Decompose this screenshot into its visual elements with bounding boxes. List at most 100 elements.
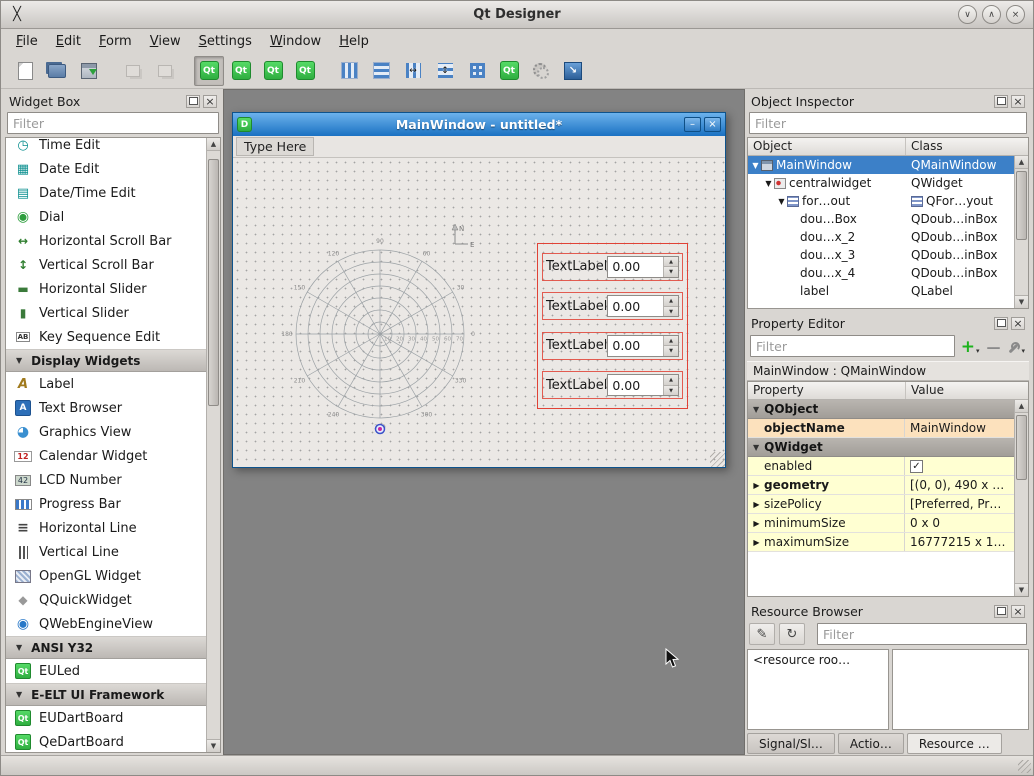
- widget-box-item-text-browser[interactable]: Text Browser: [6, 396, 206, 420]
- widget-box-item-horizontal-line[interactable]: Horizontal Line: [6, 516, 206, 540]
- spinbox-up-icon[interactable]: ▲: [664, 257, 678, 268]
- column-object[interactable]: Object: [748, 138, 906, 155]
- property-value-cell[interactable]: ✓: [905, 457, 1014, 475]
- widget-box-item-graphics-view[interactable]: Graphics View: [6, 420, 206, 444]
- form-canvas[interactable]: 0306090120150180210240270300330102030405…: [233, 158, 725, 467]
- property-row-sizepolicy[interactable]: ▶sizePolicy[Preferred, Pr…: [748, 495, 1014, 514]
- menu-item-edit[interactable]: Edit: [47, 31, 90, 52]
- property-editor-scrollbar[interactable]: ▲ ▼: [1014, 400, 1028, 596]
- double-spinbox[interactable]: 0.00▲▼: [607, 374, 679, 396]
- widget-box-item-dial[interactable]: Dial: [6, 205, 206, 229]
- layout-vertically-button[interactable]: [366, 56, 396, 86]
- spinbox-down-icon[interactable]: ▼: [664, 386, 678, 396]
- window-menu-icon[interactable]: ╳: [9, 7, 25, 23]
- double-spinbox[interactable]: 0.00▲▼: [607, 295, 679, 317]
- float-dock-icon[interactable]: [186, 95, 200, 108]
- scroll-down-icon[interactable]: ▼: [1015, 295, 1028, 308]
- tab-actio[interactable]: Actio…: [838, 733, 904, 754]
- property-group-qobject[interactable]: ▼QObject: [748, 400, 1014, 419]
- widget-box-item-qquickwidget[interactable]: QQuickWidget: [6, 588, 206, 612]
- widget-box-section-e-elt-ui-framework[interactable]: ▼E-ELT UI Framework: [6, 683, 206, 706]
- spinbox-down-icon[interactable]: ▼: [664, 307, 678, 317]
- widget-box-item-horizontal-slider[interactable]: Horizontal Slider: [6, 277, 206, 301]
- edit-buddies-button[interactable]: [258, 56, 288, 86]
- scroll-track[interactable]: [1015, 413, 1028, 583]
- resource-tree[interactable]: <resource roo…: [747, 649, 889, 730]
- text-label[interactable]: TextLabel: [546, 259, 607, 274]
- resize-grip-icon[interactable]: [710, 452, 725, 467]
- menu-item-settings[interactable]: Settings: [190, 31, 261, 52]
- widget-box-item-calendar-widget[interactable]: Calendar Widget: [6, 444, 206, 468]
- scroll-thumb[interactable]: [1016, 415, 1027, 480]
- widget-box-item-date-time-edit[interactable]: Date/Time Edit: [6, 181, 206, 205]
- widget-box-item-qedartboard[interactable]: QeDartBoard: [6, 730, 206, 752]
- widget-box-item-label[interactable]: Label: [6, 372, 206, 396]
- tree-expand-icon[interactable]: ▼: [763, 179, 774, 188]
- widget-box-item-vertical-slider[interactable]: Vertical Slider: [6, 301, 206, 325]
- widget-box-item-vertical-line[interactable]: Vertical Line: [6, 540, 206, 564]
- text-label[interactable]: TextLabel: [546, 338, 607, 353]
- property-row-minimumsize[interactable]: ▶minimumSize0 x 0: [748, 514, 1014, 533]
- form-layout-selection[interactable]: TextLabel0.00▲▼TextLabel0.00▲▼TextLabel0…: [537, 243, 688, 409]
- object-row-for-out[interactable]: ▼for…outQFor…yout: [748, 192, 1014, 210]
- float-dock-icon[interactable]: [994, 605, 1008, 618]
- layout-horizontally-button[interactable]: [334, 56, 364, 86]
- spinbox-up-icon[interactable]: ▲: [664, 375, 678, 386]
- object-row-label[interactable]: labelQLabel: [748, 282, 1014, 300]
- spinbox-down-icon[interactable]: ▼: [664, 346, 678, 356]
- spinbox-up-icon[interactable]: ▲: [664, 336, 678, 347]
- new-form-button[interactable]: [10, 56, 40, 86]
- scroll-down-icon[interactable]: ▼: [207, 739, 220, 752]
- property-row-objectname[interactable]: objectNameMainWindow: [748, 419, 1014, 438]
- property-expand-icon[interactable]: ▶: [751, 500, 762, 509]
- add-dynamic-property-button[interactable]: +▾: [960, 335, 981, 357]
- widget-box-item-lcd-number[interactable]: LCD Number: [6, 468, 206, 492]
- save-form-button[interactable]: [74, 56, 104, 86]
- widget-box-scrollbar[interactable]: ▲ ▼: [206, 138, 220, 752]
- property-row-geometry[interactable]: ▶geometry[(0, 0), 490 x …: [748, 476, 1014, 495]
- edit-widgets-button[interactable]: [194, 56, 224, 86]
- widget-box-item-horizontal-scroll-bar[interactable]: Horizontal Scroll Bar: [6, 229, 206, 253]
- widget-box-item-time-edit[interactable]: Time Edit: [6, 138, 206, 157]
- layout-grid-button[interactable]: [462, 56, 492, 86]
- object-row-centralwidget[interactable]: ▼centralwidgetQWidget: [748, 174, 1014, 192]
- spinbox-down-icon[interactable]: ▼: [664, 267, 678, 277]
- close-dock-icon[interactable]: [1011, 605, 1025, 618]
- checkbox-icon[interactable]: ✓: [910, 460, 923, 473]
- scroll-track[interactable]: [207, 151, 220, 739]
- form-window-titlebar[interactable]: D MainWindow - untitled*: [233, 113, 725, 136]
- object-row-dou-x-2[interactable]: dou…x_2QDoub…inBox: [748, 228, 1014, 246]
- resource-view[interactable]: [892, 649, 1029, 730]
- widget-box-item-key-sequence-edit[interactable]: Key Sequence Edit: [6, 325, 206, 349]
- object-row-dou-x-3[interactable]: dou…x_3QDoub…inBox: [748, 246, 1014, 264]
- menu-item-window[interactable]: Window: [261, 31, 330, 52]
- widget-box-filter-input[interactable]: [7, 112, 219, 134]
- column-property[interactable]: Property: [748, 382, 906, 399]
- float-dock-icon[interactable]: [994, 317, 1008, 330]
- menu-item-help[interactable]: Help: [330, 31, 378, 52]
- reload-resources-button[interactable]: ↻: [779, 623, 805, 645]
- text-label[interactable]: TextLabel: [546, 378, 607, 393]
- scroll-up-icon[interactable]: ▲: [1015, 156, 1028, 169]
- double-spinbox[interactable]: 0.00▲▼: [607, 256, 679, 278]
- shade-button[interactable]: ∨: [958, 5, 977, 24]
- widget-box-item-date-edit[interactable]: Date Edit: [6, 157, 206, 181]
- scroll-up-icon[interactable]: ▲: [1015, 400, 1028, 413]
- widget-box-section-ansi-y32[interactable]: ▼ANSI Y32: [6, 636, 206, 659]
- property-expand-icon[interactable]: ▶: [751, 538, 762, 547]
- widget-box-item-euled[interactable]: EULed: [6, 659, 206, 683]
- edit-resources-button[interactable]: ✎: [749, 623, 775, 645]
- property-value-cell[interactable]: 16777215 x 1…: [905, 533, 1014, 551]
- configure-property-editor-button[interactable]: ▾: [1006, 335, 1026, 357]
- close-dock-icon[interactable]: [203, 95, 217, 108]
- column-class[interactable]: Class: [906, 138, 1028, 155]
- tab-signal-sl[interactable]: Signal/Sl…: [747, 733, 835, 754]
- property-value-cell[interactable]: [(0, 0), 490 x …: [905, 476, 1014, 494]
- menu-item-file[interactable]: File: [7, 31, 47, 52]
- menu-item-view[interactable]: View: [141, 31, 190, 52]
- break-layout-button[interactable]: [526, 56, 556, 86]
- minimize-button[interactable]: [684, 117, 701, 132]
- property-value-cell[interactable]: [Preferred, Pr…: [905, 495, 1014, 513]
- maximize-button[interactable]: ∧: [982, 5, 1001, 24]
- menu-item-form[interactable]: Form: [90, 31, 141, 52]
